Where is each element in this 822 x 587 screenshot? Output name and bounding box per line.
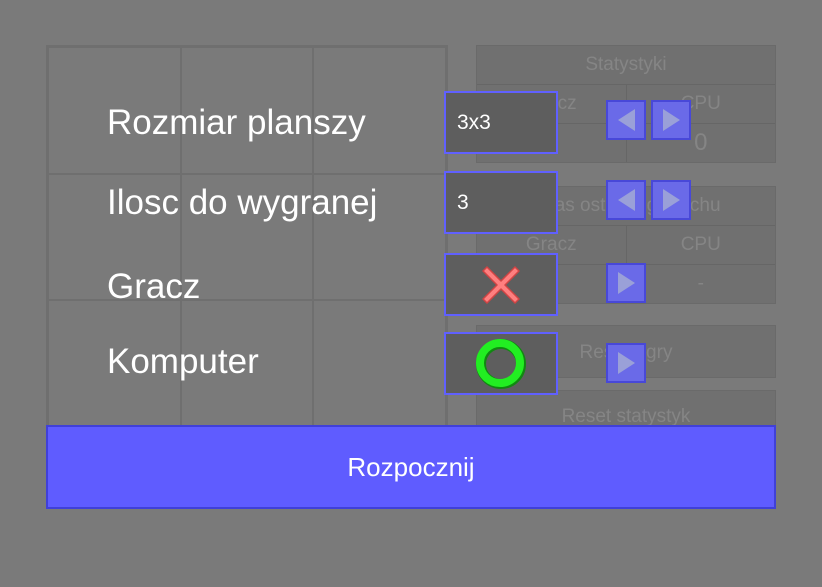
start-button[interactable]: Rozpocznij (46, 425, 776, 509)
win-count-field: 3 (444, 171, 558, 234)
board-cell (313, 300, 446, 427)
computer-label: Komputer (107, 342, 259, 381)
board-size-field: 3x3 (444, 91, 558, 154)
o-icon (476, 338, 526, 389)
arrow-right-icon (662, 189, 680, 211)
computer-symbol-switch-button[interactable] (606, 343, 646, 383)
player-label: Gracz (107, 267, 201, 306)
computer-symbol-field (444, 332, 558, 395)
board-size-decrease-button[interactable] (606, 100, 646, 140)
stats-cpu-header: CPU (625, 85, 776, 123)
arrow-right-icon (617, 352, 635, 374)
arrow-right-icon (662, 109, 680, 131)
reset-stats-button: Reset statystyk (476, 390, 776, 430)
last-move-cpu-value: - (625, 265, 776, 303)
arrow-right-icon (617, 272, 635, 294)
arrow-left-icon (617, 109, 635, 131)
stats-title: Statystyki (477, 46, 775, 85)
player-symbol-switch-button[interactable] (606, 263, 646, 303)
board-size-increase-button[interactable] (651, 100, 691, 140)
x-icon (482, 265, 520, 304)
stats-cpu-value: 0 (625, 124, 776, 162)
win-count-increase-button[interactable] (651, 180, 691, 220)
board-size-label: Rozmiar planszy (107, 103, 366, 142)
win-count-label: Ilosc do wygranej (107, 183, 378, 222)
win-count-decrease-button[interactable] (606, 180, 646, 220)
last-move-cpu-header: CPU (625, 226, 776, 264)
arrow-left-icon (617, 189, 635, 211)
player-symbol-field (444, 253, 558, 316)
